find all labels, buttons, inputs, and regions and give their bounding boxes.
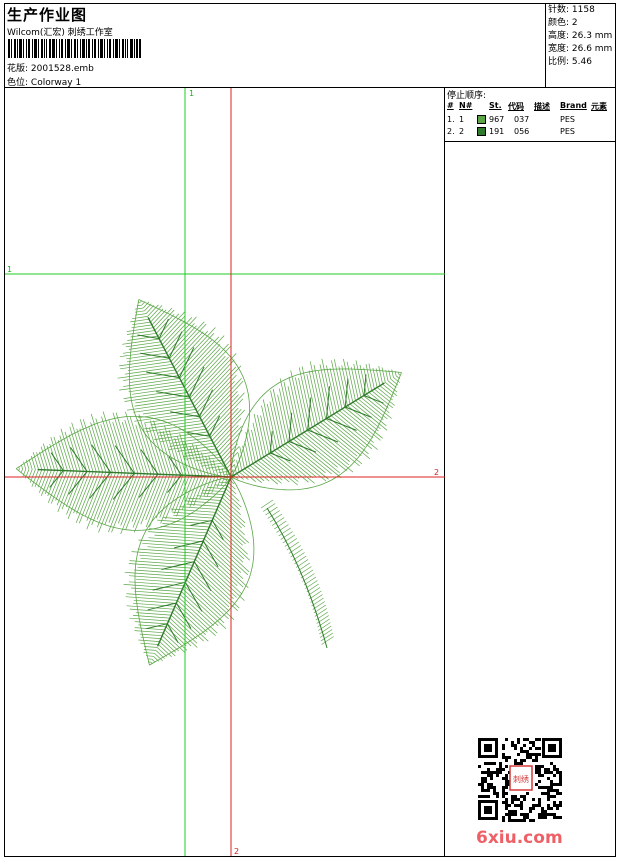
color-count: 颜色: 2 — [548, 18, 578, 28]
col-header-element: 元素 — [591, 102, 607, 111]
design-file-row: 花版: 2001528.emb — [7, 61, 94, 74]
stop-row-brand: PES — [560, 115, 575, 124]
stitch-count: 针数: 1158 — [548, 5, 595, 15]
design-file-label: 花版: — [7, 64, 29, 74]
qr-code: 刺绣 — [476, 736, 564, 822]
watermark-logo: 6xiu.com — [476, 828, 563, 848]
color-swatch — [477, 127, 486, 136]
stop-sequence-title: 停止顺序: — [447, 91, 487, 101]
worksheet: 生产作业图 Wilcom(汇宏) 刺绣工作室 花版: 2001528.emb 色… — [4, 3, 616, 857]
col-header-code: 代码 — [508, 102, 524, 111]
embroidery-preview: 1 1 2 2 — [5, 88, 445, 856]
design-scale: 比例: 5.46 — [548, 57, 592, 67]
colorway-label: 色位: — [7, 78, 29, 88]
barcode — [8, 39, 141, 58]
stop-row-needle: 1 — [459, 115, 465, 124]
seal-text: 刺绣 — [513, 774, 529, 784]
colorway-name: Colorway 1 — [30, 78, 82, 88]
stop-row-index: 1. — [447, 115, 455, 124]
col-header-brand: Brand — [560, 101, 587, 110]
col-header-stitches: St. — [489, 101, 502, 110]
design-width: 宽度: 26.6 mm — [548, 44, 613, 54]
col-header-description: 描述 — [534, 102, 550, 111]
stop-row-stitches: 191 — [489, 127, 505, 136]
guide-label-red-horizontal: 2 — [434, 468, 439, 477]
design-canvas: 1 1 2 2 — [5, 88, 445, 856]
stop-row-brand: PES — [560, 127, 575, 136]
guide-label-red-vertical: 2 — [234, 847, 239, 856]
stop-row-index: 2. — [447, 127, 455, 136]
col-header-needle: N# — [459, 101, 473, 110]
colorway-row: 色位: Colorway 1 — [7, 75, 81, 88]
design-height: 高度: 26.3 mm — [548, 31, 613, 41]
color-swatch — [477, 115, 486, 124]
stop-sequence-panel: 停止顺序: # N# St. 代码 描述 Brand 元素 1. 1 967 0… — [445, 88, 615, 142]
col-header-index: # — [447, 101, 454, 110]
stop-row-code: 037 — [514, 115, 530, 124]
stop-row-needle: 2 — [459, 127, 465, 136]
company-name: Wilcom(汇宏) 刺绣工作室 — [7, 28, 113, 38]
design-file-name: 2001528.emb — [30, 64, 94, 74]
stop-row-stitches: 967 — [489, 115, 505, 124]
header-panel: 生产作业图 Wilcom(汇宏) 刺绣工作室 花版: 2001528.emb 色… — [5, 4, 545, 88]
stop-row-code: 056 — [514, 127, 530, 136]
guide-label-green-vertical: 1 — [189, 89, 194, 98]
page-title: 生产作业图 — [7, 6, 88, 24]
guide-label-green-horizontal: 1 — [7, 265, 12, 274]
embroidery-stitches — [15, 299, 402, 666]
design-info-panel: 针数: 1158 颜色: 2 高度: 26.3 mm 宽度: 26.6 mm 比… — [545, 4, 615, 88]
